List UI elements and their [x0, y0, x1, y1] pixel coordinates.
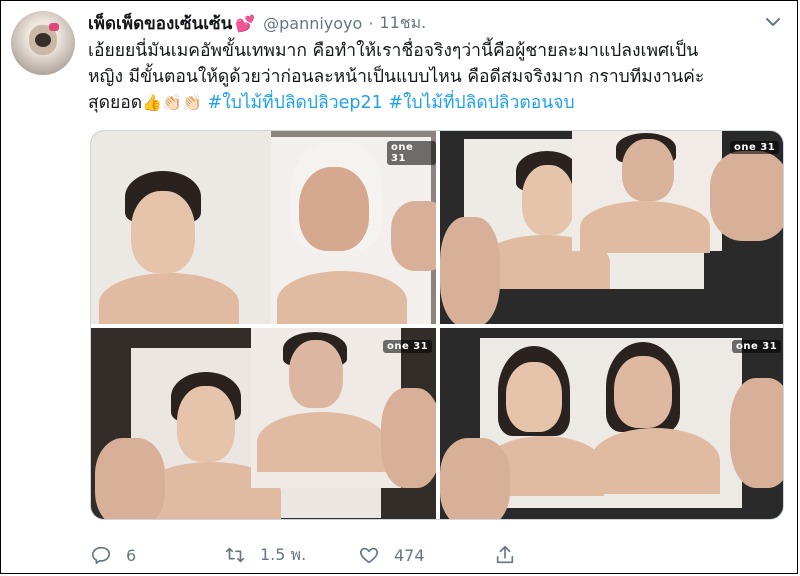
photo-hand — [391, 201, 436, 271]
hashtag-link[interactable]: #ใบไม้ที่ปลิดปลิวep21 — [208, 93, 383, 113]
tweet-text-line-last: สุดยอด👍👏🏻👏🏻 #ใบไม้ที่ปลิดปลิวep21 #ใบไม้… — [88, 90, 788, 116]
photo-face — [522, 165, 574, 235]
emoji-thumbs-clap: 👍👏🏻👏🏻 — [142, 93, 202, 112]
media-image-2[interactable]: one 31 — [440, 131, 783, 324]
tweet-text-line: หญิง มีขั้นตอนให้ดูด้วยว่าก่อนละหน้าเป็น… — [88, 67, 705, 87]
photo-shoulders — [99, 273, 239, 324]
photo-face — [299, 167, 369, 251]
name-heart-emoji: 💕 — [235, 13, 256, 33]
photo-face — [506, 362, 562, 432]
media-image-3[interactable]: one 31 — [91, 328, 436, 519]
separator-dot: · — [368, 13, 374, 33]
retweet-icon — [225, 547, 245, 563]
photo-hand — [95, 438, 165, 519]
photo-face — [177, 386, 235, 462]
media-image-1[interactable]: one 31 — [91, 131, 436, 324]
share-button[interactable] — [494, 540, 530, 570]
photo-face — [614, 356, 672, 428]
photo-face — [131, 191, 195, 273]
avatar[interactable] — [11, 11, 75, 75]
reply-count: 6 — [126, 545, 137, 565]
reply-icon — [91, 546, 111, 565]
photo-shoulders — [257, 412, 387, 472]
photo-hand — [381, 388, 436, 488]
photo-face — [622, 139, 674, 201]
heart-icon — [360, 547, 378, 564]
share-icon — [496, 545, 514, 564]
display-name[interactable]: เพ็ดเพ็ดของเซ้นเซ้น — [88, 10, 232, 37]
tweet-header: เพ็ดเพ็ดของเซ้นเซ้น 💕 @panniyoyo · 11ชม. — [88, 10, 426, 36]
photo-hand — [730, 378, 783, 488]
tweet-text: เอ้ยยยนี่มันเมคอัพขั้นเทพมาก คือทำให้เรา… — [88, 38, 788, 116]
like-button[interactable]: 474 — [358, 540, 425, 570]
media-image-4[interactable]: one 31 — [440, 328, 783, 519]
user-handle[interactable]: @panniyoyo — [263, 14, 362, 33]
retweet-button[interactable]: 1.5 พ. — [224, 540, 306, 570]
photo-hand — [440, 217, 500, 324]
channel-logo: one 31 — [730, 141, 780, 154]
media-grid: one 31 one 31 one 31 one 31 — [90, 130, 784, 520]
like-count: 474 — [394, 545, 425, 565]
photo-hand — [710, 151, 783, 241]
photo-shoulders — [580, 201, 710, 253]
channel-logo: one 31 — [732, 340, 782, 353]
reply-button[interactable]: 6 — [90, 540, 136, 570]
retweet-count: 1.5 พ. — [260, 544, 307, 564]
chevron-down-icon[interactable] — [763, 12, 783, 32]
channel-logo: one 31 — [387, 141, 436, 165]
avatar-dog-face — [35, 33, 51, 47]
photo-face — [289, 340, 343, 408]
tweet-text-line: เอ้ยยยนี่มันเมคอัพขั้นเทพมาก คือทำให้เรา… — [88, 41, 699, 61]
hashtag-link[interactable]: #ใบไม้ที่ปลิดปลิวตอนจบ — [388, 93, 574, 113]
tweet-timestamp[interactable]: 11ชม. — [379, 11, 426, 36]
avatar-bow — [49, 23, 59, 31]
channel-logo: one 31 — [383, 340, 433, 353]
photo-shoulders — [277, 271, 407, 324]
tweet-text-tail: สุดยอด — [88, 93, 143, 113]
photo-shoulders — [590, 428, 720, 494]
action-bar: 6 1.5 พ. 474 — [88, 540, 788, 570]
photo-hand — [440, 438, 510, 519]
